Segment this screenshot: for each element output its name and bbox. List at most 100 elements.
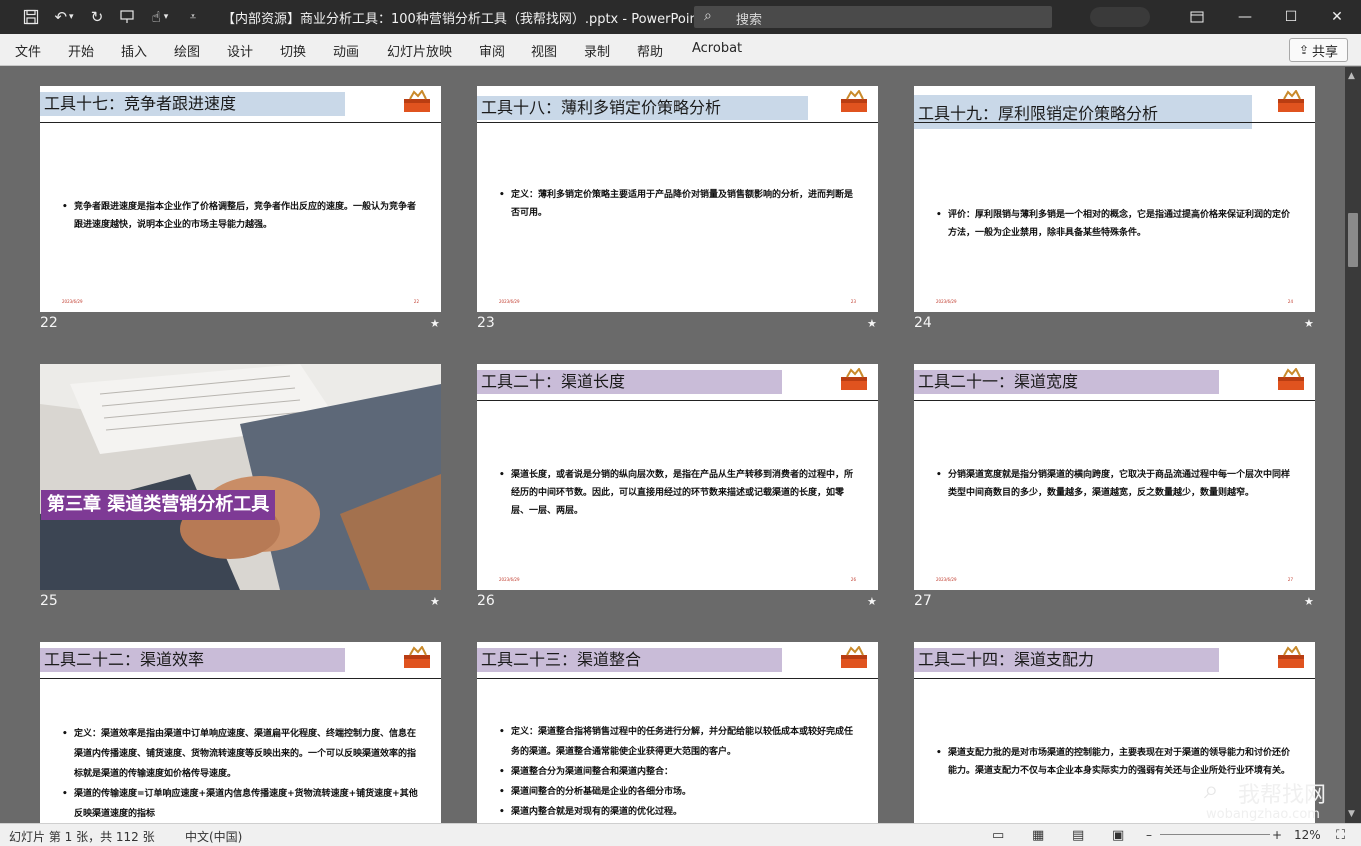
handshake-photo <box>40 364 441 590</box>
star-icon: ★ <box>867 317 877 330</box>
ribbon-display-icon[interactable] <box>1174 0 1220 34</box>
slide-thumbnail-24[interactable]: 工具十九：厚利限销定价策略分析 评价：厚利限销与薄利多销是一个相对的概念，它是指… <box>914 86 1315 312</box>
slide-body: 评价：厚利限销与薄利多销是一个相对的概念，它是指通过提高价格来保证利润的定价方法… <box>936 206 1293 242</box>
toolbox-icon <box>1278 90 1304 112</box>
slide-date: 2023/6/29 <box>499 299 520 304</box>
toolbox-icon <box>1278 646 1304 668</box>
tab-acrobat[interactable]: Acrobat <box>692 41 742 56</box>
search-icon: ⌕ <box>704 8 712 24</box>
slide-thumbnail-23[interactable]: 工具十八：薄利多销定价策略分析 定义：薄利多销定价策略主要适用于产品降价对销量及… <box>477 86 878 312</box>
redo-icon[interactable]: ↻ <box>84 0 110 34</box>
zoom-level[interactable]: 12% <box>1294 828 1321 842</box>
tab-home[interactable]: 开始 <box>68 41 94 60</box>
watermark-domain: wobangzhao.com <box>1206 807 1320 822</box>
watermark: ⌕ 我帮找网 wobangzhao.com <box>1204 775 1344 823</box>
slide-date: 2023/6/29 <box>499 577 520 582</box>
slide-title: 工具十九：厚利限销定价策略分析 <box>914 95 1252 129</box>
slide-thumbnail-29[interactable]: 工具二十三：渠道整合 定义：渠道整合指将销售过程中的任务进行分解，并分配给能以较… <box>477 642 878 823</box>
slide-number: 23 <box>477 315 495 331</box>
language-indicator[interactable]: 中文(中国) <box>185 828 242 845</box>
slide-body: 渠道长度，或者说是分销的纵向层次数，是指在产品从生产转移到消费者的过程中，所经历… <box>499 466 856 520</box>
slide-page: 27 <box>1287 577 1293 582</box>
close-button[interactable]: ✕ <box>1314 0 1360 34</box>
vertical-scrollbar[interactable]: ▲ ▼ <box>1345 67 1361 823</box>
tab-transitions[interactable]: 切换 <box>280 41 306 60</box>
slide-number: 25 <box>40 593 58 609</box>
tab-file[interactable]: 文件 <box>15 41 41 60</box>
tab-slideshow[interactable]: 幻灯片放映 <box>387 41 452 60</box>
slide-page: 26 <box>850 577 856 582</box>
window-title: 【内部资源】商业分析工具：100种营销分析工具（我帮找网）.pptx - Pow… <box>222 12 703 27</box>
bullet-text: 定义：薄利多销定价策略主要适用于产品降价对销量及销售额影响的分析，进而判断是否可… <box>499 186 856 222</box>
bullet-text: 定义：渠道效率是指由渠道中订单响应速度、渠道扁平化程度、终端控制力度、信息在渠道… <box>62 724 419 784</box>
magnifier-icon: ⌕ <box>1204 775 1219 805</box>
tab-review[interactable]: 审阅 <box>479 41 505 60</box>
bullet-text: 渠道的传输速度=订单响应速度+渠道内信息传播速度+货物流转速度+铺货速度+其他反… <box>62 784 419 823</box>
account-avatar[interactable] <box>1090 7 1150 27</box>
share-button[interactable]: ⇪ 共享 <box>1289 38 1348 62</box>
slide-number: 24 <box>914 315 932 331</box>
normal-view-icon[interactable]: ▭ <box>992 828 1004 843</box>
zoom-slider[interactable] <box>1160 834 1270 835</box>
zoom-out-button[interactable]: – <box>1146 828 1152 842</box>
minimize-button[interactable]: — <box>1222 0 1268 34</box>
maximize-button[interactable]: ☐ <box>1268 0 1314 34</box>
status-bar: 幻灯片 第 1 张，共 112 张 中文(中国) ▭ ▦ ▤ ▣ – + 12%… <box>0 823 1361 846</box>
chapter-title: 第三章 渠道类营销分析工具 <box>41 490 276 520</box>
tab-help[interactable]: 帮助 <box>637 41 663 60</box>
star-icon: ★ <box>430 317 440 330</box>
slide-date: 2023/6/29 <box>62 299 83 304</box>
share-label: 共享 <box>1312 44 1339 60</box>
star-icon: ★ <box>430 595 440 608</box>
title-rule <box>477 400 878 401</box>
title-rule <box>914 678 1315 679</box>
scroll-down-icon[interactable]: ▼ <box>1348 809 1355 819</box>
slide-number: 27 <box>914 593 932 609</box>
tab-insert[interactable]: 插入 <box>121 41 147 60</box>
title-rule <box>477 122 878 123</box>
save-icon[interactable] <box>16 0 46 34</box>
slide-page: 23 <box>850 299 856 304</box>
customize-icon[interactable]: ⩡ <box>182 0 204 34</box>
slide-thumbnail-26[interactable]: 工具二十：渠道长度 渠道长度，或者说是分销的纵向层次数，是指在产品从生产转移到消… <box>477 364 878 590</box>
slide-thumbnail-22[interactable]: 工具十七：竞争者跟进速度 竞争者跟进速度是指本企业作了价格调整后，竞争者作出反应… <box>40 86 441 312</box>
slide-thumbnail-28[interactable]: 工具二十二：渠道效率 定义：渠道效率是指由渠道中订单响应速度、渠道扁平化程度、终… <box>40 642 441 823</box>
present-icon[interactable] <box>114 0 140 34</box>
slide-sorter-view-icon[interactable]: ▦ <box>1032 828 1044 843</box>
slide-sorter: 工具十七：竞争者跟进速度 竞争者跟进速度是指本企业作了价格调整后，竞争者作出反应… <box>0 67 1345 823</box>
bullet-text: 渠道整合分为渠道间整合和渠道内整合： <box>499 762 856 782</box>
slide-title: 工具二十：渠道长度 <box>477 370 782 394</box>
slide-title: 工具二十四：渠道支配力 <box>914 648 1219 672</box>
search-placeholder: 搜索 <box>736 13 763 28</box>
slide-number: 22 <box>40 315 58 331</box>
slide-page: 22 <box>413 299 419 304</box>
touch-icon[interactable]: ☝ ▾ <box>142 0 178 34</box>
slide-title: 工具二十一：渠道宽度 <box>914 370 1219 394</box>
slide-title: 工具二十二：渠道效率 <box>40 648 345 672</box>
search-box[interactable]: ⌕ 搜索 <box>694 6 1052 28</box>
tab-record[interactable]: 录制 <box>584 41 610 60</box>
slide-thumbnail-27[interactable]: 工具二十一：渠道宽度 分销渠道宽度就是指分销渠道的横向跨度，它取决于商品流通过程… <box>914 364 1315 590</box>
zoom-in-button[interactable]: + <box>1272 828 1282 842</box>
title-rule <box>40 122 441 123</box>
toolbox-icon <box>1278 368 1304 390</box>
tab-view[interactable]: 视图 <box>531 41 557 60</box>
slide-number: 26 <box>477 593 495 609</box>
slide-thumbnail-25[interactable]: 第三章 渠道类营销分析工具 <box>40 364 441 590</box>
tab-design[interactable]: 设计 <box>227 41 253 60</box>
bullet-text: 定义：渠道整合指将销售过程中的任务进行分解，并分配给能以较低成本或较好完成任务的… <box>499 722 856 762</box>
bullet-text: 渠道间整合的分析基础是企业的各细分市场。 <box>499 782 856 802</box>
bullet-text: 评价：厚利限销与薄利多销是一个相对的概念，它是指通过提高价格来保证利润的定价方法… <box>936 206 1293 242</box>
scroll-thumb[interactable] <box>1348 213 1358 267</box>
scroll-up-icon[interactable]: ▲ <box>1348 71 1355 81</box>
share-icon: ⇪ <box>1298 43 1310 57</box>
reading-view-icon[interactable]: ▤ <box>1072 828 1084 843</box>
slide-page: 24 <box>1287 299 1293 304</box>
undo-icon[interactable]: ↶ ▾ <box>48 0 80 34</box>
slideshow-view-icon[interactable]: ▣ <box>1112 828 1124 843</box>
fit-to-window-icon[interactable]: ⛶ <box>1336 828 1345 843</box>
slide-body: 定义：渠道整合指将销售过程中的任务进行分解，并分配给能以较低成本或较好完成任务的… <box>499 722 856 822</box>
tab-draw[interactable]: 绘图 <box>174 41 200 60</box>
title-rule <box>40 678 441 679</box>
tab-animations[interactable]: 动画 <box>333 41 359 60</box>
